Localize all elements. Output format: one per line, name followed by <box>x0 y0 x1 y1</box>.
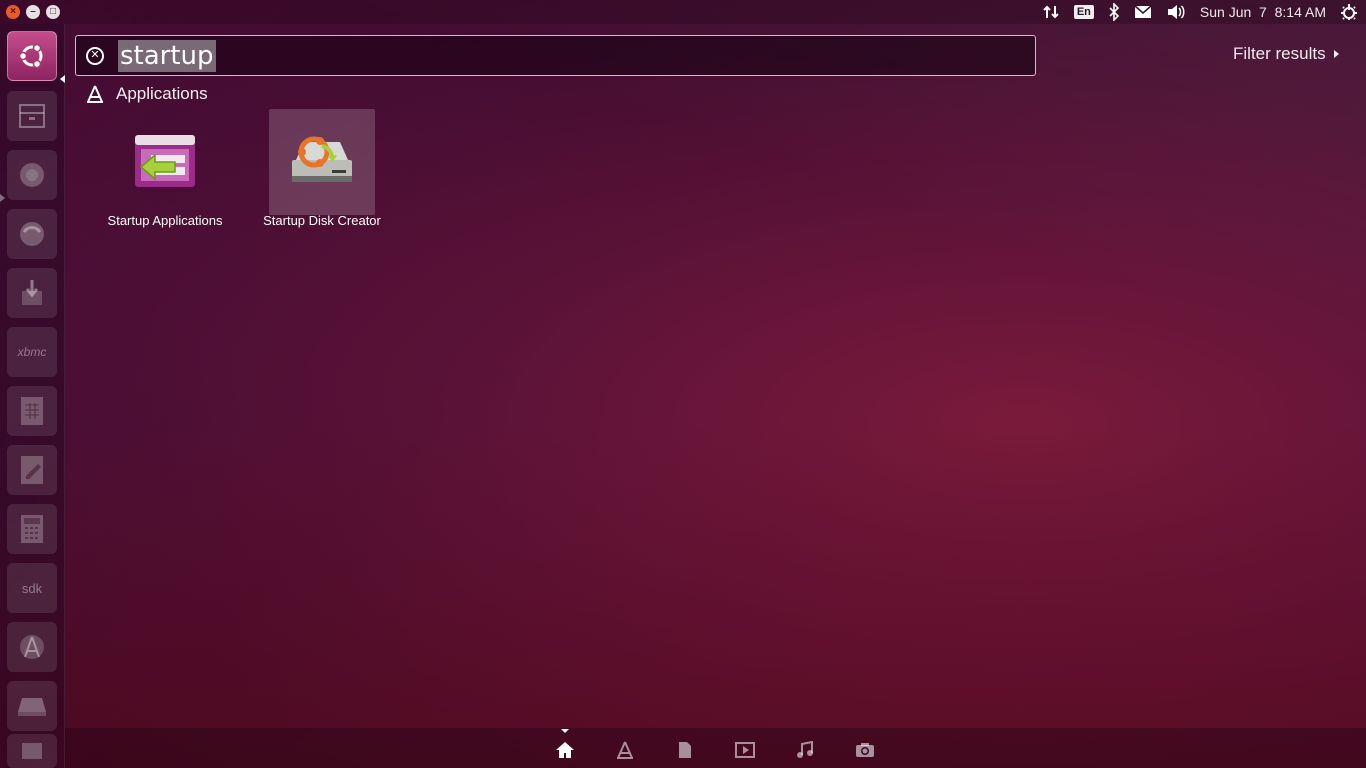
trash-icon <box>22 743 42 759</box>
launcher-running-pip <box>0 194 5 202</box>
bluetooth-icon[interactable] <box>1108 2 1120 22</box>
lens-files[interactable] <box>675 740 695 760</box>
result-label: Startup Applications <box>107 213 223 228</box>
drive-icon <box>18 698 46 716</box>
launcher-active-arrow <box>60 75 65 83</box>
indicator-area: En Sun Jun 7 8:14 AM <box>1042 2 1366 22</box>
camera-icon <box>856 743 874 757</box>
launcher-item-dash-home[interactable] <box>7 31 57 81</box>
launcher-item-spreadsheet[interactable] <box>7 386 57 436</box>
video-icon <box>735 742 755 758</box>
android-studio-icon <box>20 635 44 659</box>
result-label: Startup Disk Creator <box>263 213 381 228</box>
launcher-item-text-editor[interactable] <box>7 445 57 495</box>
maximize-window-button[interactable]: □ <box>46 5 60 19</box>
active-lens-indicator <box>561 729 569 733</box>
launcher-item-installer[interactable] <box>7 268 57 318</box>
top-panel: × – □ En Sun Jun 7 8:14 AM <box>0 0 1366 24</box>
launcher-item-app-3[interactable] <box>7 209 57 259</box>
calculator-icon <box>21 515 43 543</box>
sdk-icon: sdk <box>21 580 43 596</box>
spreadsheet-icon <box>21 397 43 425</box>
launcher-item-calculator[interactable] <box>7 504 57 554</box>
launcher-item-trash[interactable] <box>7 734 57 768</box>
applications-icon <box>617 741 633 759</box>
dash-search-bar: ✕ startup <box>75 35 1036 76</box>
window-controls: × – □ <box>6 5 60 19</box>
network-icon[interactable] <box>1042 2 1060 22</box>
ubuntu-logo-icon <box>18 43 43 69</box>
lens-home[interactable] <box>555 740 575 760</box>
category-title: Applications <box>116 84 208 103</box>
xbmc-icon: xbmc <box>17 345 47 359</box>
lens-applications[interactable] <box>615 740 635 760</box>
result-tile-selected <box>269 109 375 215</box>
minimize-window-button[interactable]: – <box>26 5 40 19</box>
startup-applications-icon <box>135 135 195 187</box>
music-icon <box>797 741 813 758</box>
result-startup-disk-creator[interactable]: Startup Disk Creator <box>248 109 396 235</box>
file-cabinet-icon <box>19 104 45 128</box>
launcher-item-xbmc[interactable]: xbmc <box>7 327 57 377</box>
launcher-item-firefox[interactable] <box>7 150 57 200</box>
keyboard-layout-icon: En <box>1073 5 1094 19</box>
lens-photos[interactable] <box>855 740 875 760</box>
applications-icon <box>87 85 103 103</box>
home-icon <box>556 742 574 758</box>
launcher: xbmc sdk <box>0 24 65 768</box>
filter-results-button[interactable]: Filter results <box>1233 44 1339 64</box>
download-icon <box>22 280 42 305</box>
close-window-button[interactable]: × <box>6 5 20 19</box>
category-header[interactable]: Applications <box>86 84 208 104</box>
mail-icon[interactable] <box>1134 2 1152 22</box>
keyboard-layout-indicator[interactable]: En <box>1073 2 1094 22</box>
filter-results-label: Filter results <box>1233 44 1326 63</box>
startup-disk-creator-icon <box>292 136 352 182</box>
clear-search-icon[interactable]: ✕ <box>86 46 104 65</box>
lens-video[interactable] <box>735 740 755 760</box>
launcher-item-drive[interactable] <box>7 681 57 731</box>
launcher-item-sdk[interactable]: sdk <box>7 563 57 613</box>
search-input[interactable]: startup <box>118 39 216 72</box>
chevron-right-icon <box>1333 50 1339 58</box>
session-gear-icon[interactable] <box>1340 2 1358 22</box>
result-tile <box>112 109 218 215</box>
launcher-item-files[interactable] <box>7 91 57 141</box>
lens-music[interactable] <box>795 740 815 760</box>
app-icon <box>20 222 44 246</box>
result-startup-applications[interactable]: Startup Applications <box>91 109 239 235</box>
file-icon <box>679 742 691 758</box>
lens-bar <box>65 728 1366 768</box>
firefox-icon <box>20 163 44 187</box>
text-editor-icon <box>21 456 43 484</box>
volume-icon[interactable] <box>1166 2 1186 22</box>
launcher-item-android-studio[interactable] <box>7 622 57 672</box>
clock[interactable]: Sun Jun 7 8:14 AM <box>1200 4 1326 20</box>
